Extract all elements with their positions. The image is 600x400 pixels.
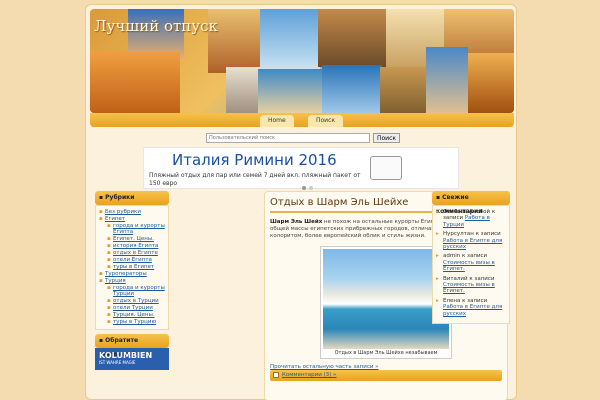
main-nav: Home Поиск xyxy=(90,113,514,127)
photo-woman xyxy=(226,67,260,113)
comment-item: admin к записи Стоимость визы в Египет. xyxy=(436,253,506,272)
comment-author: Виталий xyxy=(443,275,470,282)
comment-post-link[interactable]: Работа в Египте для русских xyxy=(443,304,502,316)
comment-item: Отабаев Анобой к записи Работа в Турции xyxy=(436,209,506,228)
category-link[interactable]: Турция. Цены. xyxy=(99,312,165,319)
comments-link[interactable]: Комментарии (3) » xyxy=(270,370,502,381)
category-link[interactable]: Египет xyxy=(99,216,165,223)
ad-subtext: Пляжный отдых для пар или семей 7 дней в… xyxy=(149,172,361,187)
comment-item: Елена к записи Работа в Египте для русск… xyxy=(436,298,506,317)
photo-beach xyxy=(258,69,322,113)
category-link[interactable]: отели Турции xyxy=(99,305,165,312)
search-input[interactable] xyxy=(206,133,370,143)
banner-tagline: IST WAHRE MAGIE xyxy=(99,360,136,366)
comment-item: Виталий к записи Стоимость визы в Египет… xyxy=(436,276,506,295)
banner-name: KOLUMBIEN xyxy=(99,351,153,361)
left-sidebar: ▪ Рубрики Без рубрикиЕгипетгорода и куро… xyxy=(95,191,169,371)
page-container: Лучший отпуск Home Поиск Поиск Италия Ри… xyxy=(85,4,517,400)
kolumbien-banner[interactable]: KOLUMBIEN IST WAHRE MAGIE xyxy=(95,348,169,371)
category-link[interactable]: Турция xyxy=(99,278,165,285)
attention-header: ▪ Обратите внимание! xyxy=(95,334,169,358)
category-link[interactable]: отели Египта xyxy=(99,257,165,264)
tab-home[interactable]: Home xyxy=(260,115,294,127)
photo-pool xyxy=(322,65,382,113)
recent-comments-list: Отабаев Анобой к записи Работа в Турции Н… xyxy=(432,205,510,325)
photo-temple xyxy=(380,67,428,113)
right-sidebar: ▪ Свежие комментарии Отабаев Анобой к за… xyxy=(432,191,510,325)
category-list: Без рубрикиЕгипетгорода и курорты Египта… xyxy=(95,205,169,331)
ad-dot[interactable] xyxy=(309,186,313,190)
tab-search[interactable]: Поиск xyxy=(308,115,344,127)
category-link[interactable]: туры в Египет xyxy=(99,264,165,271)
comment-author: admin xyxy=(443,253,462,260)
comment-icon xyxy=(273,372,279,378)
category-link[interactable]: туры в Турцию xyxy=(99,319,165,326)
comment-author: Нурсултан xyxy=(443,231,476,238)
category-link[interactable]: города и курорты Египта xyxy=(99,223,165,236)
comment-author: Отабаев Анобой xyxy=(443,209,492,215)
ad-banner[interactable]: Италия Римини 2016 Пляжный отдых для пар… xyxy=(143,147,459,190)
comment-post-link[interactable]: Стоимость визы в Египет. xyxy=(443,282,495,294)
category-link[interactable]: Без рубрики xyxy=(99,209,165,216)
photo-desert xyxy=(90,51,180,113)
category-link[interactable]: история Египта xyxy=(99,243,165,250)
search-button[interactable]: Поиск xyxy=(373,133,401,143)
search-bar: Поиск xyxy=(206,133,401,143)
comment-item: Нурсултан к записи Работа в Египте для р… xyxy=(436,231,506,250)
comment-text: к записи xyxy=(469,275,495,282)
category-link[interactable]: отдых в Египте xyxy=(99,250,165,257)
photo-palms xyxy=(260,9,320,71)
comment-text: к записи xyxy=(461,253,488,260)
ad-dot[interactable] xyxy=(302,186,306,190)
category-link[interactable]: отдых в Турции xyxy=(99,298,165,305)
photo-selfie xyxy=(426,47,468,113)
photo-sunset xyxy=(468,53,514,113)
comments-header: ▪ Свежие комментарии xyxy=(432,191,510,215)
comment-text: к записи xyxy=(462,297,488,304)
ad-headline[interactable]: Италия Римини 2016 xyxy=(172,151,337,169)
site-title[interactable]: Лучший отпуск xyxy=(94,17,218,35)
comments-link-label[interactable]: Комментарии (3) » xyxy=(282,372,336,378)
category-link[interactable]: Египет. Цены. xyxy=(99,236,165,243)
ad-pagination xyxy=(302,186,313,190)
comment-post-link[interactable]: Стоимость визы в Египет. xyxy=(443,260,495,272)
comment-text: к записи xyxy=(475,231,501,238)
comment-post-link[interactable]: Работа в Египте для русских xyxy=(443,238,502,250)
post-image-caption: Отдых в Шарм Эль Шейхе незабываем xyxy=(334,350,438,356)
post-image[interactable] xyxy=(323,249,449,349)
photo-tourists xyxy=(318,9,388,67)
post-lead: Шарм Эль Шейх xyxy=(270,219,323,225)
category-link[interactable]: Туроператоры xyxy=(99,271,165,278)
rubrics-header: ▪ Рубрики xyxy=(95,191,169,205)
comment-author: Елена xyxy=(443,297,463,304)
ad-cta-button[interactable] xyxy=(370,156,402,180)
header-banner: Лучший отпуск xyxy=(90,9,514,113)
rubrics-title: Рубрики xyxy=(105,194,135,201)
category-link[interactable]: города и курорты Турции xyxy=(99,285,165,298)
